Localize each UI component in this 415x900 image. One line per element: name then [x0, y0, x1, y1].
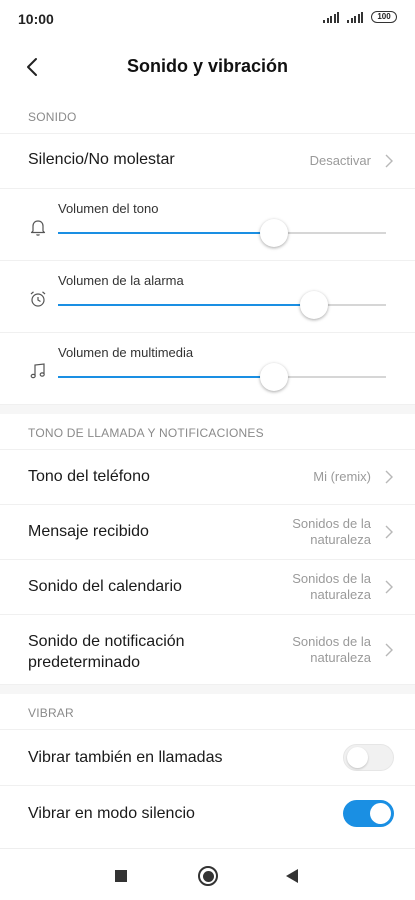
chevron-right-icon [385, 525, 393, 539]
back-triangle-icon[interactable] [286, 869, 298, 883]
default-notification-sound-row[interactable]: Sonido de notificación predeterminado So… [0, 615, 415, 685]
row-value: Sonidos de la naturaleza [292, 571, 371, 602]
row-label: Sonido de notificación predeterminado [28, 633, 185, 671]
calendar-sound-row[interactable]: Sonido del calendario Sonidos de la natu… [0, 560, 415, 615]
page-title: Sonido y vibración [126, 56, 289, 76]
ringer-volume-row: Volumen del tono [0, 189, 415, 261]
row-label: Vibrar también en llamadas [28, 749, 223, 766]
media-volume-slider[interactable] [58, 363, 386, 391]
chevron-right-icon [385, 580, 393, 594]
slider-fill [58, 232, 275, 234]
vibrate-calls-row: Vibrar también en llamadas [0, 730, 415, 786]
ringer-volume-slider[interactable] [58, 219, 386, 247]
home-circle-icon[interactable] [198, 866, 218, 886]
status-time: 10:00 [18, 11, 54, 27]
section-header-sound: SONIDO [0, 98, 415, 134]
ringer-volume-label: Volumen del tono [58, 201, 159, 216]
navigation-bar [0, 848, 415, 900]
section-divider [0, 685, 415, 694]
recents-square-icon[interactable] [115, 870, 127, 882]
slider-thumb[interactable] [299, 291, 328, 319]
section-divider [0, 405, 415, 414]
toggle-knob [347, 747, 368, 768]
alarm-volume-slider[interactable] [58, 291, 386, 319]
row-label: Sonido del calendario [28, 578, 182, 595]
signal-icon [347, 11, 363, 23]
section-title: VIBRAR [28, 706, 74, 720]
alarm-volume-row: Volumen de la alarma [0, 261, 415, 333]
silence-value: Desactivar [309, 153, 371, 168]
vibrate-calls-toggle[interactable] [343, 744, 394, 771]
toggle-knob [370, 803, 391, 824]
vibrate-silent-row: Vibrar en modo silencio [0, 786, 415, 842]
chevron-right-icon [385, 154, 393, 168]
slider-fill [58, 304, 314, 306]
message-sound-row[interactable]: Mensaje recibido Sonidos de la naturalez… [0, 505, 415, 560]
row-value: Mi (remix) [313, 469, 371, 484]
slider-thumb[interactable] [260, 363, 289, 391]
signal-icon [323, 11, 339, 23]
status-bar: 10:00 100 [0, 0, 415, 36]
row-value: Sonidos de la naturaleza [292, 634, 371, 665]
status-icons: 100 [323, 11, 397, 23]
vibrate-silent-toggle[interactable] [343, 800, 394, 827]
alarm-clock-icon [30, 291, 46, 307]
media-volume-label: Volumen de multimedia [58, 345, 194, 360]
media-volume-row: Volumen de multimedia [0, 333, 415, 405]
row-value: Sonidos de la naturaleza [292, 516, 371, 547]
battery-icon: 100 [371, 11, 397, 23]
row-label: Tono del teléfono [28, 468, 150, 485]
music-note-icon [30, 363, 45, 379]
row-label: Vibrar en modo silencio [28, 805, 195, 822]
chevron-right-icon [385, 470, 393, 484]
header: Sonido y vibración [0, 36, 415, 98]
slider-thumb[interactable] [260, 219, 289, 247]
slider-fill [58, 376, 275, 378]
chevron-right-icon [385, 643, 393, 657]
alarm-volume-label: Volumen de la alarma [58, 273, 184, 288]
section-title: TONO DE LLAMADA Y NOTIFICACIONES [28, 426, 264, 440]
section-header-vibrate: VIBRAR [0, 694, 415, 730]
bell-icon [30, 220, 46, 236]
silence-row[interactable]: Silencio/No molestar Desactivar [0, 134, 415, 189]
section-title: SONIDO [28, 110, 77, 124]
row-label: Mensaje recibido [28, 523, 149, 540]
silence-label: Silencio/No molestar [28, 151, 175, 168]
section-header-ringtones: TONO DE LLAMADA Y NOTIFICACIONES [0, 414, 415, 450]
phone-ringtone-row[interactable]: Tono del teléfono Mi (remix) [0, 450, 415, 505]
